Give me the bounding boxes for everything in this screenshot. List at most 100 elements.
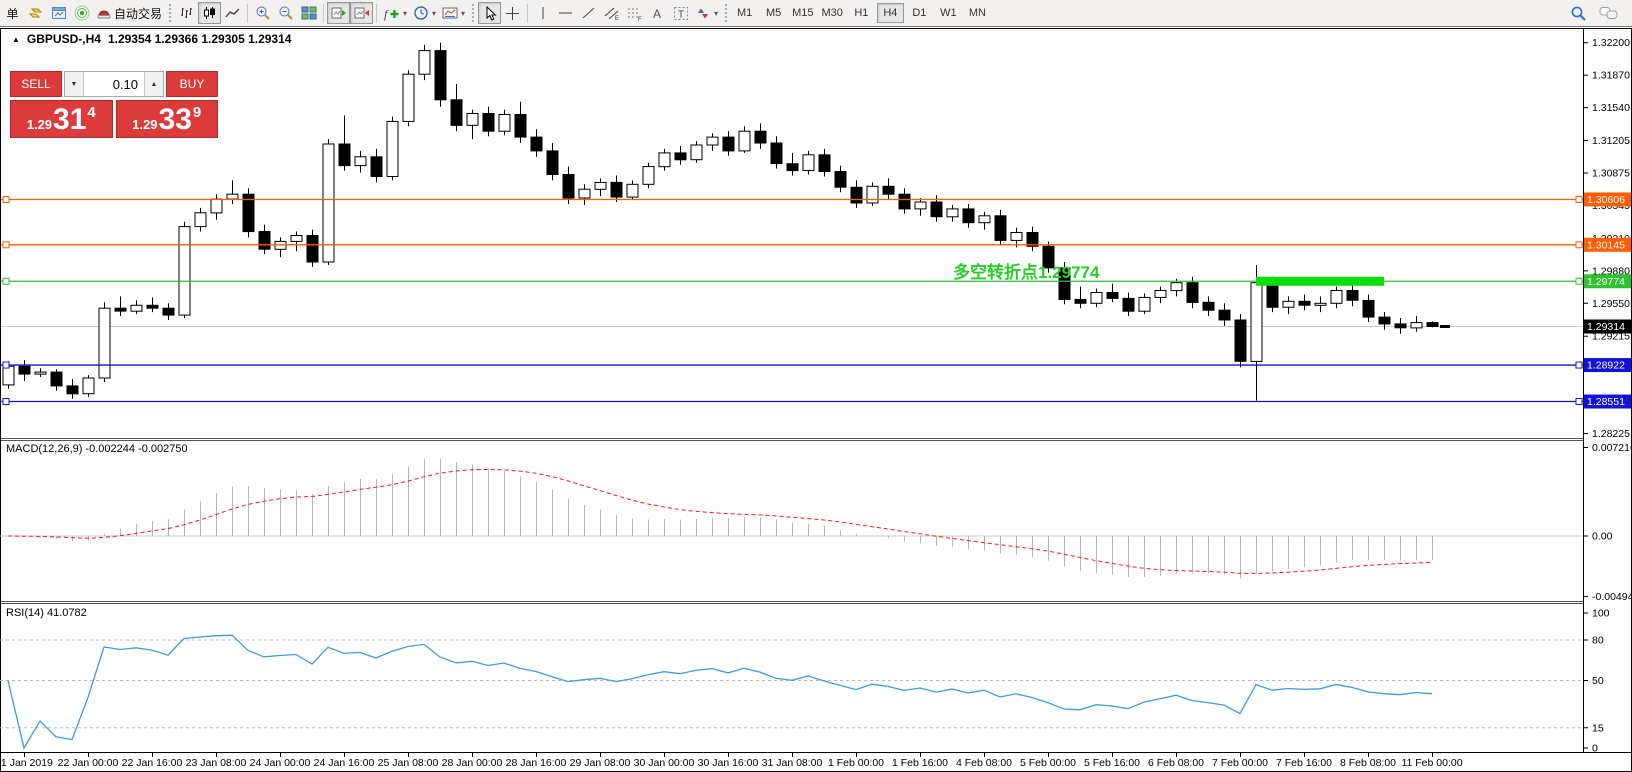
svg-text:T: T	[678, 9, 684, 20]
volume-input[interactable]	[84, 72, 144, 96]
trendline-button[interactable]	[577, 2, 600, 24]
svg-text:29 Jan 08:00: 29 Jan 08:00	[570, 757, 631, 769]
svg-text:50: 50	[1592, 675, 1604, 687]
crosshair-icon	[505, 6, 520, 21]
svg-text:1.30145: 1.30145	[1587, 239, 1625, 251]
chart-canvas[interactable]: 1.322001.318701.315401.312051.308751.305…	[0, 0, 1632, 772]
signals-button[interactable]	[70, 2, 93, 24]
timeframe-H4[interactable]: H4	[877, 3, 904, 23]
timeframe-D1[interactable]: D1	[906, 3, 933, 23]
svg-text:25 Jan 08:00: 25 Jan 08:00	[378, 757, 439, 769]
dropdown-arrow-icon[interactable]: ▾	[461, 9, 465, 18]
timeframe-W1[interactable]: W1	[935, 3, 962, 23]
chart-shift-button[interactable]	[350, 2, 373, 24]
collapse-panel-icon[interactable]: ▲	[12, 35, 20, 44]
search-button[interactable]	[1567, 2, 1590, 24]
dropdown-arrow-icon[interactable]: ▾	[714, 9, 718, 18]
periods-button[interactable]: ▾	[410, 2, 439, 24]
template-icon	[442, 6, 458, 20]
signal-icon	[74, 5, 90, 21]
toolbar-separator	[376, 4, 377, 23]
text-label-icon: T	[673, 6, 689, 21]
svg-text:-0.004943: -0.004943	[1592, 591, 1632, 603]
volume-increase-button[interactable]: ▲	[144, 72, 163, 96]
timeframe-M1[interactable]: M1	[731, 3, 758, 23]
arrows-icon	[695, 6, 711, 21]
svg-text:5 Feb 00:00: 5 Feb 00:00	[1020, 757, 1076, 769]
timeframe-MN[interactable]: MN	[964, 3, 991, 23]
auto-scroll-icon	[331, 6, 347, 20]
svg-text:24 Jan 00:00: 24 Jan 00:00	[250, 757, 311, 769]
indicators-icon: f	[383, 6, 400, 21]
svg-text:15: 15	[1592, 722, 1604, 734]
vertical-line-button[interactable]	[531, 2, 554, 24]
tile-windows-button[interactable]	[297, 2, 320, 24]
sell-button[interactable]: SELL	[10, 71, 62, 97]
svg-text:5 Feb 16:00: 5 Feb 16:00	[1084, 757, 1140, 769]
templates-button[interactable]: ▾	[439, 2, 468, 24]
svg-text:4 Feb 08:00: 4 Feb 08:00	[956, 757, 1012, 769]
arrows-button[interactable]: ▾	[692, 2, 721, 24]
toolbar-gripper	[725, 4, 727, 22]
svg-text:1.29314: 1.29314	[1587, 321, 1625, 333]
text-a-icon: A	[651, 6, 664, 20]
candlestick-chart-type-button[interactable]	[198, 2, 221, 24]
dropdown-arrow-icon[interactable]: ▾	[403, 9, 407, 18]
svg-text:A: A	[653, 7, 661, 20]
svg-text:1 Feb 16:00: 1 Feb 16:00	[892, 757, 948, 769]
auto-trading-button[interactable]: 自动交易	[93, 2, 165, 24]
bar-chart-icon	[179, 6, 194, 20]
text-button[interactable]: A	[646, 2, 669, 24]
horizontal-line-button[interactable]	[554, 2, 577, 24]
text-label-button[interactable]: T	[669, 2, 692, 24]
svg-text:100: 100	[1592, 608, 1610, 620]
equidistant-channel-button[interactable]: E	[600, 2, 623, 24]
chart-title: ▲ GBPUSD-,H4 1.29354 1.29366 1.29305 1.2…	[12, 32, 291, 46]
buy-price-pip: 9	[193, 104, 201, 121]
timeframe-M30[interactable]: M30	[818, 3, 845, 23]
toolbar-right-group	[1567, 2, 1632, 24]
cursor-arrow-icon	[483, 6, 497, 21]
candlestick-icon	[202, 6, 217, 20]
fibonacci-button[interactable]: F	[623, 2, 646, 24]
macd-indicator-label: MACD(12,26,9) -0.002244 -0.002750	[6, 443, 188, 455]
market-depth-button[interactable]	[47, 2, 70, 24]
symbol-period-label: GBPUSD-,H4	[27, 32, 101, 46]
svg-text:0: 0	[1592, 743, 1598, 755]
dropdown-arrow-icon[interactable]: ▾	[432, 9, 436, 18]
toolbar-separator	[247, 4, 248, 23]
timeframe-M15[interactable]: M15	[789, 3, 816, 23]
chat-button[interactable]	[1596, 2, 1622, 24]
timeframe-M5[interactable]: M5	[760, 3, 787, 23]
cursor-button[interactable]	[478, 2, 501, 24]
svg-text:24 Jan 16:00: 24 Jan 16:00	[314, 757, 375, 769]
annotation-text-object[interactable]: 多空转折点1.29774	[953, 258, 1099, 283]
gold-symbol-button[interactable]	[24, 2, 47, 24]
line-chart-icon	[225, 6, 240, 20]
line-chart-type-button[interactable]	[221, 2, 244, 24]
svg-text:7 Feb 16:00: 7 Feb 16:00	[1276, 757, 1332, 769]
indicators-button[interactable]: f ▾	[380, 2, 410, 24]
svg-text:0.00: 0.00	[1592, 531, 1613, 543]
auto-scroll-button[interactable]	[327, 2, 350, 24]
svg-text:8 Feb 08:00: 8 Feb 08:00	[1340, 757, 1396, 769]
volume-decrease-button[interactable]: ▼	[65, 72, 84, 96]
zoom-out-button[interactable]	[274, 2, 297, 24]
bar-chart-type-button[interactable]	[175, 2, 198, 24]
svg-text:11 Feb 00:00: 11 Feb 00:00	[1401, 757, 1462, 769]
vertical-line-icon	[537, 6, 549, 20]
horizontal-line-icon	[558, 6, 573, 20]
timeframe-H1[interactable]: H1	[848, 3, 875, 23]
svg-text:23 Jan 08:00: 23 Jan 08:00	[186, 757, 247, 769]
svg-text:1.28922: 1.28922	[1587, 360, 1625, 372]
zoom-in-button[interactable]	[251, 2, 274, 24]
buy-button[interactable]: BUY	[166, 71, 218, 97]
svg-text:28 Jan 16:00: 28 Jan 16:00	[506, 757, 567, 769]
new-order-button[interactable]: 单	[1, 2, 24, 24]
svg-text:80: 80	[1592, 635, 1604, 647]
svg-text:30 Jan 00:00: 30 Jan 00:00	[634, 757, 695, 769]
buy-price-main: 33	[159, 104, 192, 136]
svg-text:1.31870: 1.31870	[1592, 70, 1630, 82]
crosshair-button[interactable]	[501, 2, 524, 24]
svg-text:28 Jan 00:00: 28 Jan 00:00	[442, 757, 503, 769]
